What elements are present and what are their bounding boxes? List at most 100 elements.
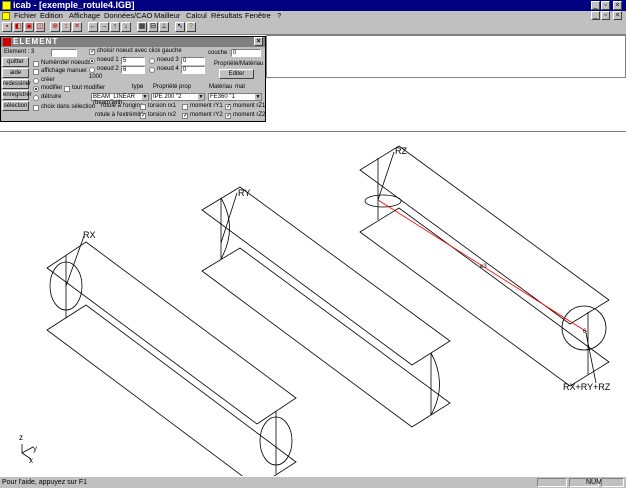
col-mat-label: mat bbox=[235, 84, 246, 90]
document-icon bbox=[2, 12, 10, 20]
torsion-rx2-checkbox[interactable]: ✓ bbox=[140, 113, 146, 119]
help-cursor-icon[interactable]: ↖ bbox=[175, 22, 185, 32]
noeud4-input[interactable]: 0 bbox=[181, 66, 205, 74]
arrow-right-icon[interactable]: → bbox=[99, 22, 109, 32]
moment-ry1-label: moment rY1 bbox=[190, 103, 223, 109]
rotule-origine-label: rotule à l'origine bbox=[101, 103, 144, 109]
noeud1-radio[interactable] bbox=[89, 58, 95, 64]
minimize-button[interactable]: _ bbox=[591, 1, 600, 10]
panel-title: ELEMENT bbox=[13, 37, 59, 46]
prop-select[interactable]: IPE 200 "2 ▼ bbox=[151, 93, 205, 101]
moment-rz2-checkbox[interactable]: ✓ bbox=[225, 113, 231, 119]
new-icon[interactable]: ▪ bbox=[2, 22, 12, 32]
axis-y-label: y bbox=[33, 444, 37, 453]
menu-calcul[interactable]: Calcul bbox=[186, 11, 207, 21]
element-input[interactable] bbox=[51, 49, 77, 57]
drawing-canvas[interactable]: RX RY RZ RX+RY+RZ e3 6 z y x bbox=[0, 132, 626, 476]
torsion-rx1-checkbox[interactable] bbox=[140, 104, 146, 110]
doc-close-button[interactable]: × bbox=[613, 11, 622, 20]
modifier-radio[interactable] bbox=[33, 86, 39, 92]
view-icon[interactable]: ▦ bbox=[137, 22, 147, 32]
status-pane-1 bbox=[537, 478, 567, 487]
moment-ry2-checkbox[interactable]: ✓ bbox=[182, 113, 188, 119]
prop-value: IPE 200 "2 bbox=[153, 94, 182, 100]
noeud2-input[interactable]: 6 bbox=[121, 66, 145, 74]
menu-mailleur[interactable]: Mailleur bbox=[154, 11, 180, 21]
axis-z-label: z bbox=[19, 433, 23, 442]
doc-restore-button[interactable]: ▫ bbox=[601, 11, 610, 20]
panel-titlebar: ELEMENT × bbox=[1, 37, 265, 47]
label-ry: RY bbox=[238, 188, 250, 198]
close-button[interactable]: × bbox=[613, 1, 622, 10]
print-icon[interactable]: ◫ bbox=[35, 22, 45, 32]
doc-minimize-button[interactable]: _ bbox=[591, 11, 600, 20]
axis-x-label: x bbox=[29, 456, 33, 465]
enregistrer-button[interactable]: enregistrer bbox=[2, 90, 32, 100]
panel-close-button[interactable]: × bbox=[254, 37, 263, 46]
creer-label: créer bbox=[41, 77, 55, 83]
open-icon[interactable]: ◧ bbox=[13, 22, 23, 32]
arrow-down-icon[interactable]: ↓ bbox=[121, 22, 131, 32]
pan-icon[interactable]: ↕ bbox=[61, 22, 71, 32]
editer-button[interactable]: Editer bbox=[219, 69, 254, 79]
menu-help[interactable]: ? bbox=[277, 11, 281, 21]
app-icon bbox=[2, 1, 11, 10]
propriete-materiau-label: Propriété/Matériau bbox=[214, 61, 264, 67]
affichage-manuel-label: affichage manuel bbox=[41, 68, 87, 74]
noeud1-label: noeud 1 bbox=[97, 57, 119, 63]
export-icon[interactable]: ⊥ bbox=[159, 22, 169, 32]
layer-icon[interactable]: ⊟ bbox=[148, 22, 158, 32]
arrow-up-icon[interactable]: ↑ bbox=[110, 22, 120, 32]
element-label: Element : bbox=[4, 49, 30, 55]
col-type-label: type bbox=[132, 84, 144, 90]
beam-ry bbox=[201, 186, 451, 428]
arrow-left-icon[interactable]: ← bbox=[88, 22, 98, 32]
aide-button[interactable]: aide bbox=[2, 68, 29, 78]
zoom-icon[interactable]: ⊕ bbox=[50, 22, 60, 32]
menu-resultats[interactable]: Résultats bbox=[211, 11, 242, 21]
couche-input[interactable]: 0 bbox=[231, 49, 261, 57]
choisir-noeud-checkbox[interactable]: ✓ bbox=[89, 49, 95, 55]
menu-fenetre[interactable]: Fenêtre bbox=[245, 11, 271, 21]
col-propriete-label: Propriété bbox=[153, 84, 178, 90]
moment-ry2-label: moment rY2 bbox=[190, 112, 223, 118]
tout-modifier-checkbox[interactable] bbox=[64, 86, 70, 92]
detruire-label: détruire bbox=[41, 94, 62, 100]
menu-affichage[interactable]: Affichage bbox=[69, 11, 100, 21]
modifier-label: modifier bbox=[41, 85, 63, 91]
choix-selection-checkbox[interactable] bbox=[33, 105, 39, 111]
menu-edition[interactable]: Edition bbox=[40, 11, 63, 21]
creer-radio[interactable] bbox=[33, 78, 39, 84]
save-icon[interactable]: ▣ bbox=[24, 22, 34, 32]
quitter-button[interactable]: quitter bbox=[2, 57, 29, 67]
moment-rz1-checkbox[interactable]: ✓ bbox=[225, 104, 231, 110]
menu-bar: Fichier Edition Affichage Données/CAO Ma… bbox=[0, 11, 626, 21]
affichage-manuel-checkbox[interactable] bbox=[33, 69, 39, 75]
type-select[interactable]: BEAM_LINEAR (beam with ▼ bbox=[91, 93, 149, 106]
noeud1-input[interactable]: 5 bbox=[121, 57, 145, 65]
tout-modifier-label: tout modifier bbox=[72, 85, 106, 91]
command-area bbox=[266, 35, 626, 78]
menu-fichier[interactable]: Fichier bbox=[14, 11, 37, 21]
moment-ry1-checkbox[interactable] bbox=[182, 104, 188, 110]
detruire-radio[interactable] bbox=[33, 95, 39, 101]
status-bar: Pour l'aide, appuyez sur F1 NUM bbox=[0, 476, 626, 488]
col-materiau-label: Matériau bbox=[209, 84, 233, 90]
info-icon[interactable]: ? bbox=[186, 22, 196, 32]
menu-donnees-cao[interactable]: Données/CAO bbox=[104, 11, 152, 21]
label-rz: RZ bbox=[395, 146, 407, 156]
delete-icon[interactable]: ✕ bbox=[72, 22, 82, 32]
count-value: 1000 bbox=[89, 74, 103, 80]
noeud3-radio[interactable] bbox=[149, 58, 155, 64]
noeud3-input[interactable]: 0 bbox=[181, 57, 205, 65]
numeroter-noeuds-label: Numéroter noeuds bbox=[41, 60, 91, 66]
numeroter-noeuds-checkbox[interactable] bbox=[33, 61, 39, 67]
noeud4-radio[interactable] bbox=[149, 67, 155, 73]
mat-select[interactable]: FE360 "1 ▼ bbox=[208, 93, 262, 101]
noeud2-label: noeud 2 bbox=[97, 66, 119, 72]
selection-button[interactable]: sélection bbox=[2, 101, 29, 111]
noeud2-radio[interactable] bbox=[89, 67, 95, 73]
beam-rx bbox=[46, 235, 297, 476]
maximize-button[interactable]: ▫ bbox=[601, 1, 610, 10]
redessiner-button[interactable]: redessiner bbox=[2, 79, 31, 89]
